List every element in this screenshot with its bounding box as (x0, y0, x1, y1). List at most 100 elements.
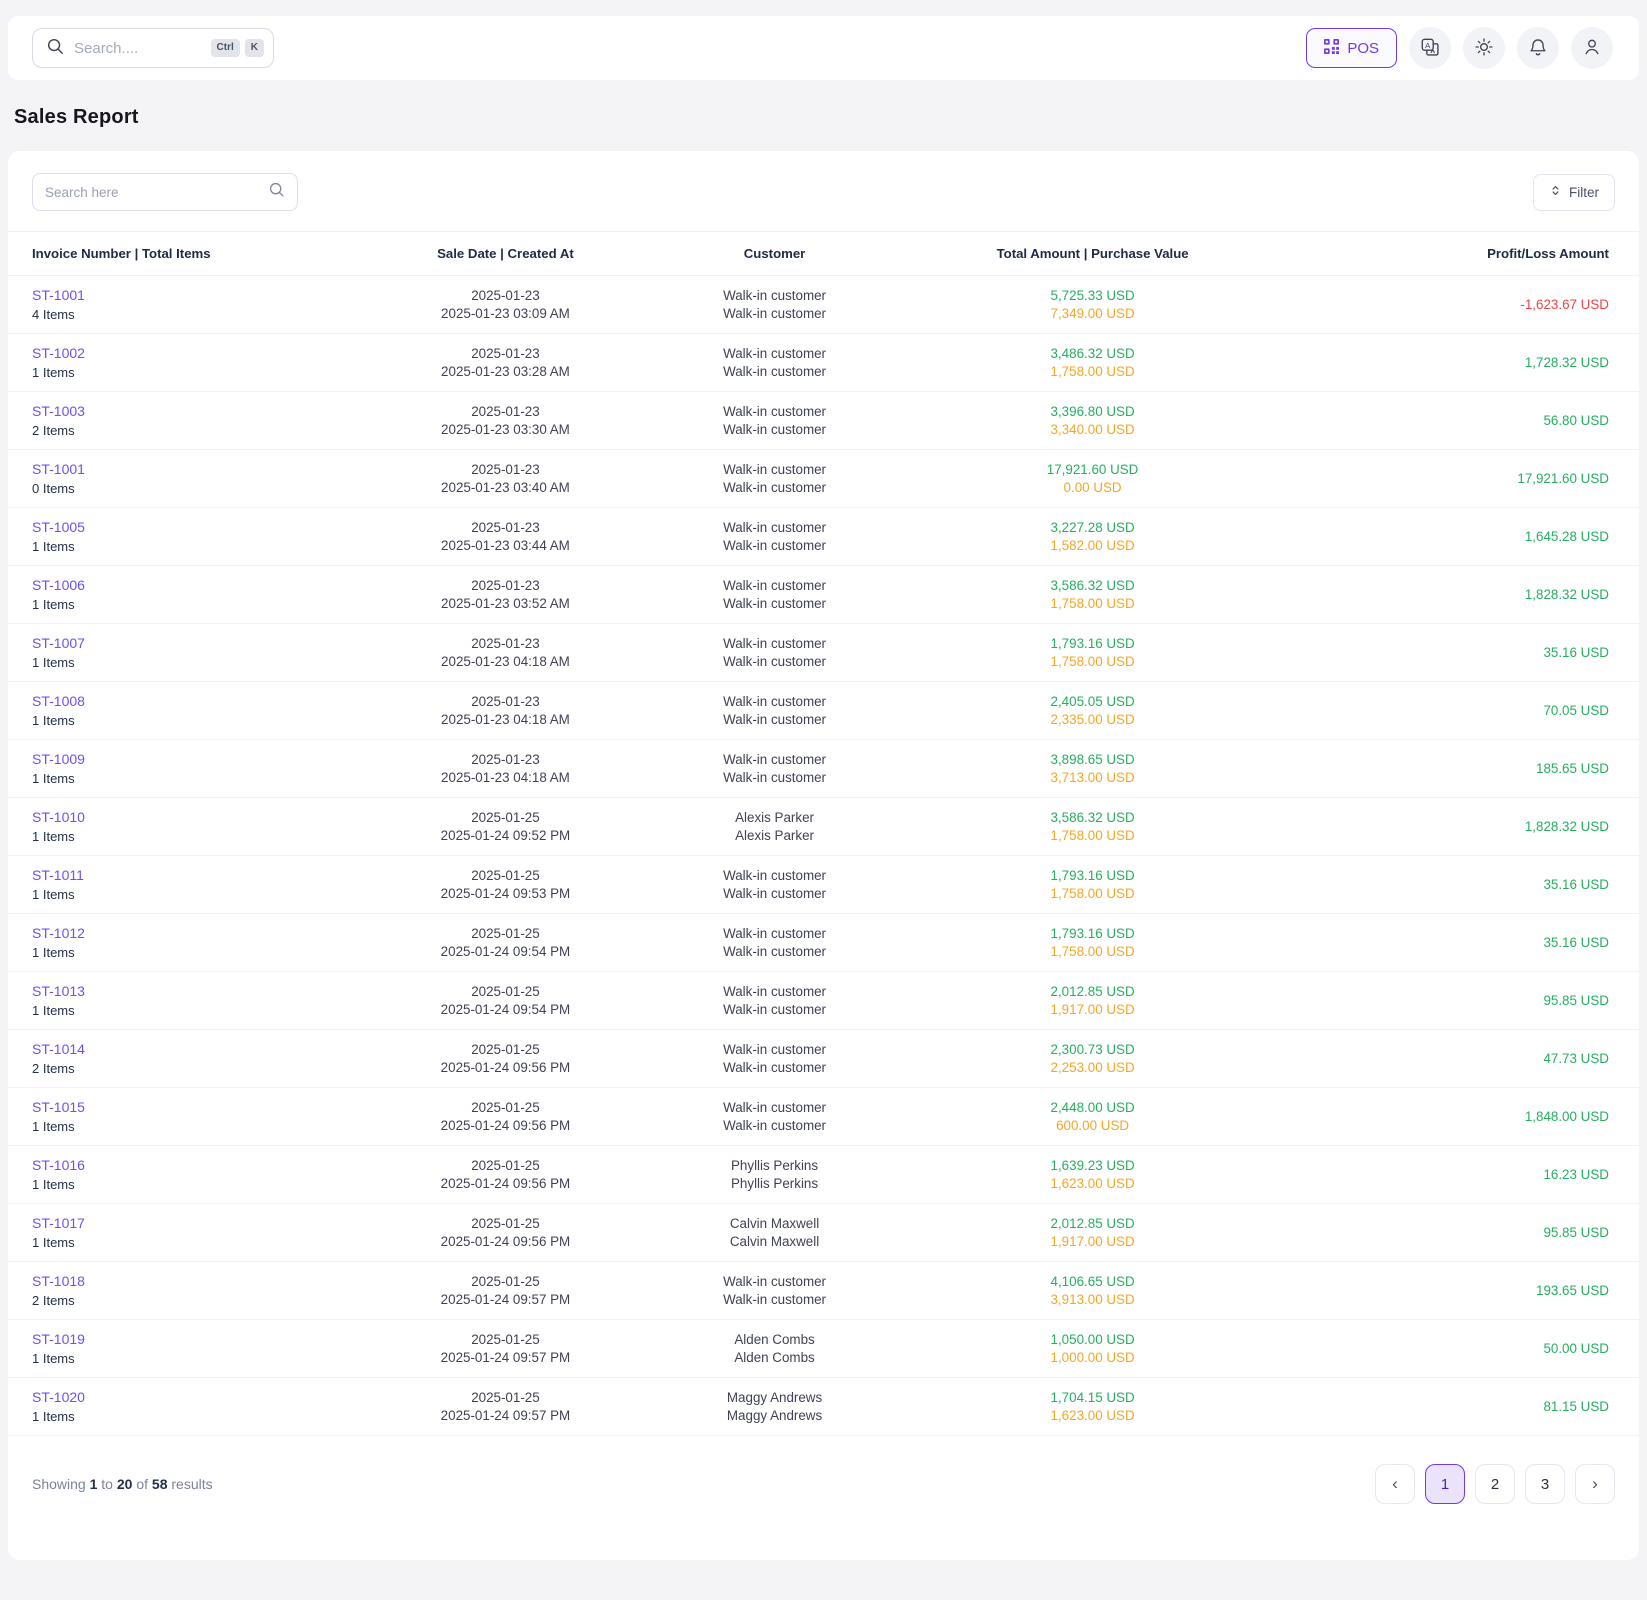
sale-date: 2025-01-23 (399, 461, 611, 479)
table-row: ST-1014 2 Items 2025-01-25 2025-01-24 09… (8, 1030, 1639, 1088)
amounts-cell: 2,012.85 USD 1,917.00 USD (938, 1215, 1248, 1251)
customer-name: Walk-in customer (611, 635, 937, 653)
customer-name: Maggy Andrews (611, 1407, 937, 1425)
invoice-link[interactable]: ST-1020 (32, 1388, 85, 1406)
table-search-input[interactable] (45, 185, 268, 200)
table-row: ST-1011 1 Items 2025-01-25 2025-01-24 09… (8, 856, 1639, 914)
invoice-link[interactable]: ST-1005 (32, 518, 85, 536)
translate-button[interactable]: A (1409, 27, 1451, 69)
column-header-invoice: Invoice Number | Total Items (8, 246, 399, 261)
total-amount: 3,486.32 USD (938, 345, 1248, 363)
invoice-cell: ST-1009 1 Items (8, 750, 399, 788)
created-at: 2025-01-24 09:54 PM (399, 1001, 611, 1019)
total-amount: 2,405.05 USD (938, 693, 1248, 711)
total-amount: 5,725.33 USD (938, 287, 1248, 305)
sale-date-cell: 2025-01-25 2025-01-24 09:52 PM (399, 809, 611, 845)
profit-loss-amount: 17,921.60 USD (1248, 470, 1609, 488)
purchase-value: 3,913.00 USD (938, 1291, 1248, 1309)
table-row: ST-1016 1 Items 2025-01-25 2025-01-24 09… (8, 1146, 1639, 1204)
user-icon (1582, 37, 1602, 60)
notifications-button[interactable] (1517, 27, 1559, 69)
page-number-button[interactable]: 1 (1425, 1464, 1465, 1504)
customer-name: Walk-in customer (611, 885, 937, 903)
invoice-link[interactable]: ST-1008 (32, 692, 85, 710)
invoice-link[interactable]: ST-1017 (32, 1214, 85, 1232)
created-at: 2025-01-23 04:18 AM (399, 653, 611, 671)
customer-name: Walk-in customer (611, 943, 937, 961)
invoice-link[interactable]: ST-1007 (32, 634, 85, 652)
sale-date-cell: 2025-01-25 2025-01-24 09:56 PM (399, 1157, 611, 1193)
page-number-button[interactable]: 3 (1525, 1464, 1565, 1504)
invoice-link[interactable]: ST-1014 (32, 1040, 85, 1058)
page-number-button[interactable]: 2 (1475, 1464, 1515, 1504)
page-next-button[interactable]: › (1575, 1464, 1615, 1504)
sale-date-cell: 2025-01-25 2025-01-24 09:53 PM (399, 867, 611, 903)
invoice-link[interactable]: ST-1012 (32, 924, 85, 942)
amounts-cell: 1,793.16 USD 1,758.00 USD (938, 925, 1248, 961)
customer-name: Walk-in customer (611, 363, 937, 381)
total-items-label: 1 Items (32, 1002, 399, 1020)
profit-loss-amount: 35.16 USD (1248, 644, 1609, 662)
customer-cell: Walk-in customer Walk-in customer (611, 1099, 937, 1135)
svg-text:A: A (1425, 40, 1431, 49)
total-amount: 1,793.16 USD (938, 925, 1248, 943)
filter-button[interactable]: Filter (1533, 174, 1615, 211)
invoice-link[interactable]: ST-1001 (32, 460, 85, 478)
column-header-total-amount: Total Amount | Purchase Value (938, 246, 1248, 261)
customer-name: Walk-in customer (611, 479, 937, 497)
invoice-link[interactable]: ST-1019 (32, 1330, 85, 1348)
purchase-value: 600.00 USD (938, 1117, 1248, 1135)
purchase-value: 3,340.00 USD (938, 421, 1248, 439)
invoice-cell: ST-1019 1 Items (8, 1330, 399, 1368)
invoice-link[interactable]: ST-1003 (32, 402, 85, 420)
invoice-link[interactable]: ST-1001 (32, 286, 85, 304)
invoice-link[interactable]: ST-1011 (32, 866, 84, 884)
invoice-link[interactable]: ST-1016 (32, 1156, 85, 1174)
sale-date-cell: 2025-01-25 2025-01-24 09:56 PM (399, 1099, 611, 1135)
page-prev-button[interactable]: ‹ (1375, 1464, 1415, 1504)
created-at: 2025-01-23 03:44 AM (399, 537, 611, 555)
purchase-value: 1,623.00 USD (938, 1407, 1248, 1425)
invoice-link[interactable]: ST-1018 (32, 1272, 85, 1290)
sale-date: 2025-01-25 (399, 1099, 611, 1117)
table-toolbar: Filter (8, 153, 1639, 231)
invoice-link[interactable]: ST-1015 (32, 1098, 85, 1116)
customer-cell: Walk-in customer Walk-in customer (611, 461, 937, 497)
customer-name: Walk-in customer (611, 537, 937, 555)
theme-toggle-button[interactable] (1463, 27, 1505, 69)
column-header-customer: Customer (611, 246, 937, 261)
amounts-cell: 2,012.85 USD 1,917.00 USD (938, 983, 1248, 1019)
purchase-value: 3,713.00 USD (938, 769, 1248, 787)
customer-cell: Walk-in customer Walk-in customer (611, 403, 937, 439)
profit-loss-amount: 70.05 USD (1248, 702, 1609, 720)
profit-cell: 1,848.00 USD (1248, 1108, 1639, 1126)
customer-cell: Walk-in customer Walk-in customer (611, 1273, 937, 1309)
table-footer: Showing 1 to 20 of 58 results ‹123› (8, 1436, 1639, 1560)
profile-button[interactable] (1571, 27, 1613, 69)
purchase-value: 1,758.00 USD (938, 595, 1248, 613)
global-search[interactable]: Ctrl K (32, 28, 274, 68)
table-row: ST-1001 4 Items 2025-01-23 2025-01-23 03… (8, 276, 1639, 334)
global-search-input[interactable] (74, 40, 184, 57)
customer-name: Alden Combs (611, 1331, 937, 1349)
profit-loss-amount: 1,848.00 USD (1248, 1108, 1609, 1126)
total-items-label: 1 Items (32, 1234, 399, 1252)
invoice-cell: ST-1010 1 Items (8, 808, 399, 846)
invoice-link[interactable]: ST-1013 (32, 982, 85, 1000)
invoice-link[interactable]: ST-1002 (32, 344, 85, 362)
sale-date-cell: 2025-01-25 2025-01-24 09:54 PM (399, 983, 611, 1019)
amounts-cell: 2,448.00 USD 600.00 USD (938, 1099, 1248, 1135)
pos-button[interactable]: POS (1306, 28, 1397, 68)
table-search[interactable] (32, 173, 298, 211)
invoice-link[interactable]: ST-1010 (32, 808, 85, 826)
sale-date: 2025-01-25 (399, 1157, 611, 1175)
invoice-link[interactable]: ST-1009 (32, 750, 85, 768)
invoice-link[interactable]: ST-1006 (32, 576, 85, 594)
sale-date: 2025-01-23 (399, 287, 611, 305)
profit-loss-amount: 50.00 USD (1248, 1340, 1609, 1358)
sale-date: 2025-01-25 (399, 809, 611, 827)
customer-cell: Walk-in customer Walk-in customer (611, 635, 937, 671)
created-at: 2025-01-23 03:09 AM (399, 305, 611, 323)
created-at: 2025-01-24 09:52 PM (399, 827, 611, 845)
search-icon (46, 37, 64, 60)
